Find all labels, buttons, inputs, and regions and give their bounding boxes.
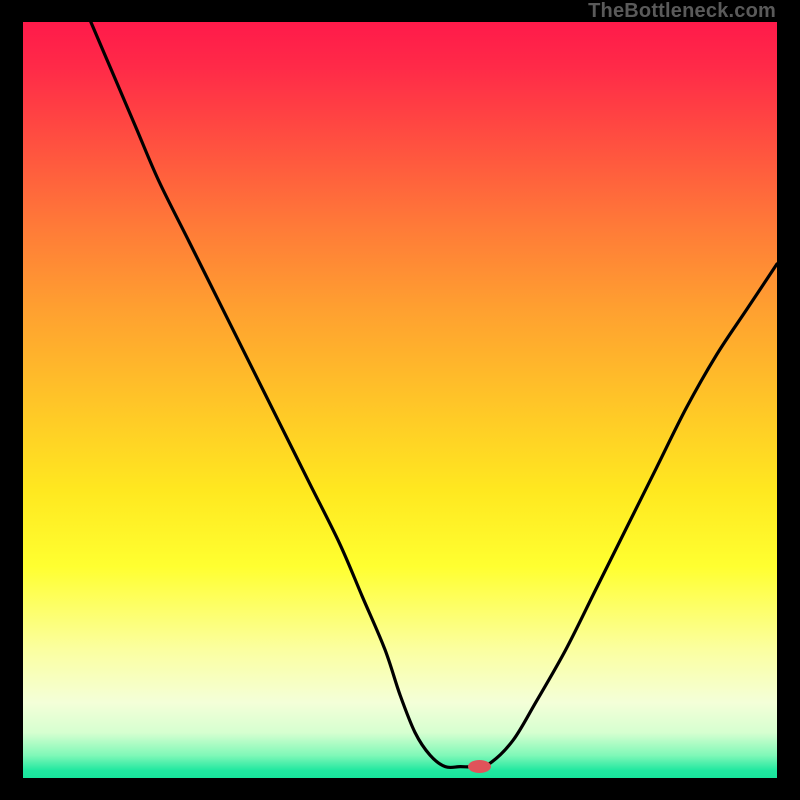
bottleneck-curve — [23, 22, 777, 778]
plot-area — [23, 22, 777, 778]
attribution-text: TheBottleneck.com — [588, 0, 776, 23]
optimal-point-marker — [468, 760, 491, 773]
chart-frame: TheBottleneck.com — [0, 0, 800, 800]
